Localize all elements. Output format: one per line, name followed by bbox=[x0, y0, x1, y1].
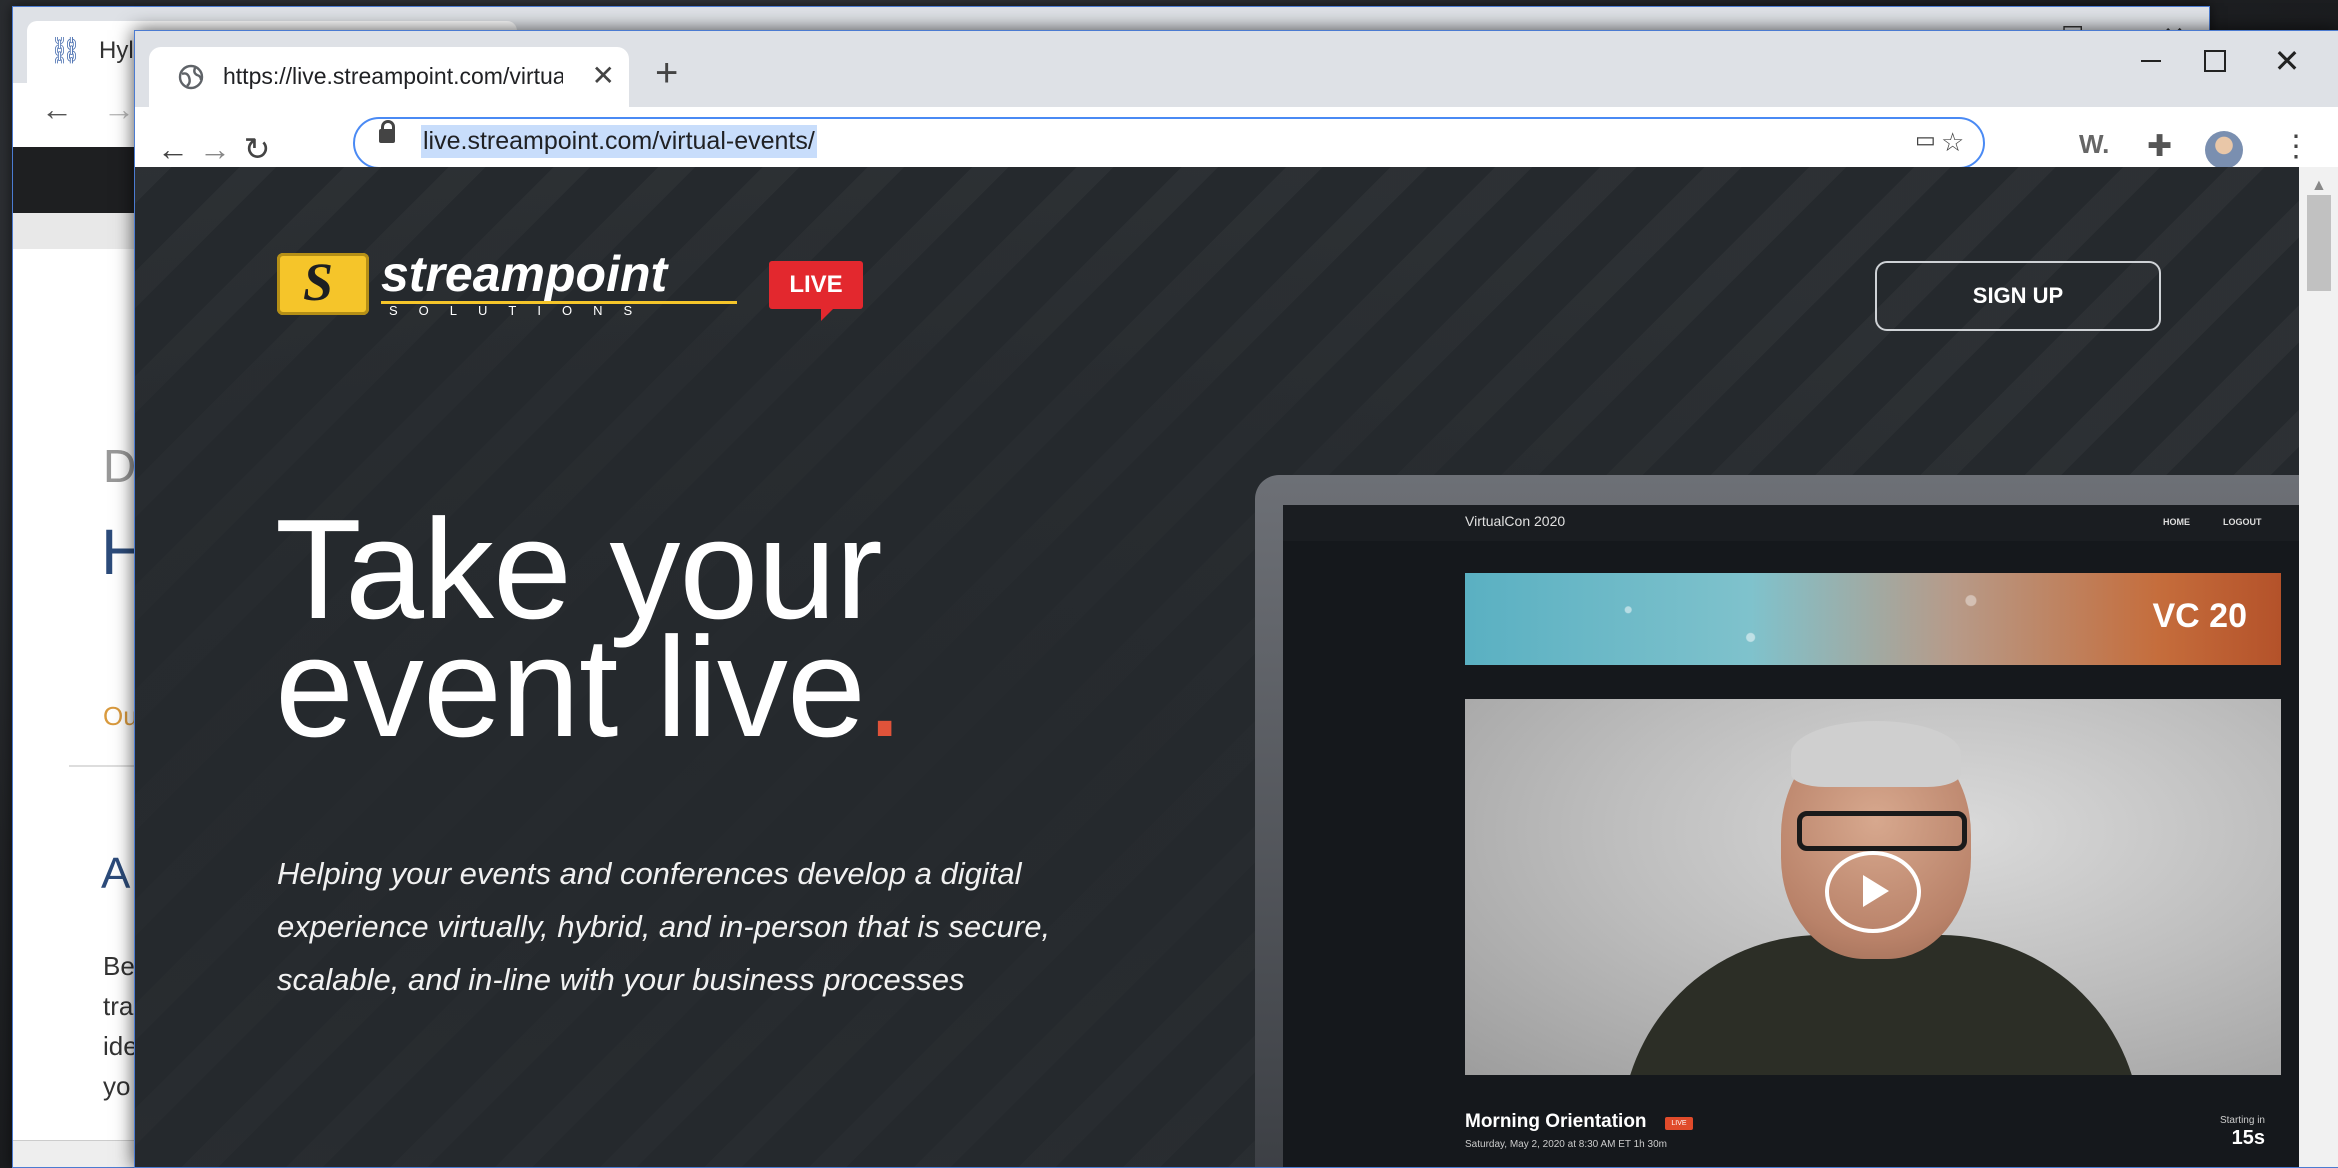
tab-title: https://live.streampoint.com/virtual-eve… bbox=[223, 63, 563, 89]
reload-button[interactable]: ↻ bbox=[235, 127, 279, 171]
forward-arrow-icon: → bbox=[199, 130, 231, 167]
tab-close-icon[interactable]: ✕ bbox=[592, 59, 615, 92]
mockup-topbar bbox=[1283, 505, 2299, 541]
hero-dot: . bbox=[864, 608, 904, 767]
background-body-line: ide bbox=[103, 1031, 138, 1061]
background-link[interactable]: Ou bbox=[103, 701, 138, 732]
sign-up-label: SIGN UP bbox=[1972, 283, 2064, 308]
maximize-icon bbox=[2204, 50, 2226, 72]
mockup-video bbox=[1465, 699, 2281, 1075]
back-arrow-icon: ← bbox=[157, 130, 189, 167]
mockup-banner-text: VC 20 bbox=[2152, 597, 2248, 635]
hero-heading: Take your event live. bbox=[275, 499, 904, 759]
profile-avatar[interactable] bbox=[2205, 131, 2243, 169]
session-date: Saturday, May 2, 2020 at 8:30 AM ET 1h 3… bbox=[1465, 1139, 1667, 1150]
laptop-screen: VirtualCon 2020 HOME LOGOUT VC 20 Mornin… bbox=[1283, 505, 2299, 1167]
sign-up-button[interactable]: SIGN UP bbox=[1875, 261, 2161, 331]
extension-w-icon[interactable]: W. bbox=[2079, 129, 2109, 160]
presenter-hair bbox=[1791, 721, 1961, 787]
minimize-icon bbox=[2141, 60, 2161, 62]
page-viewport: streampoint SOLUTIONS LIVE SIGN UP Take … bbox=[135, 167, 2299, 1167]
extensions-puzzle-icon[interactable]: ✚ bbox=[2147, 129, 2172, 164]
background-body-line: tra bbox=[103, 991, 134, 1021]
bookmark-star-icon[interactable]: ☆ bbox=[1941, 127, 1964, 158]
background-tab-title: Hyl bbox=[99, 37, 134, 64]
new-tab-button[interactable]: + bbox=[655, 53, 678, 93]
close-icon: ✕ bbox=[2273, 43, 2301, 79]
back-arrow-icon[interactable]: ← bbox=[41, 91, 73, 128]
scrollbar-thumb[interactable] bbox=[2307, 195, 2331, 291]
logo-mark-icon bbox=[277, 251, 369, 315]
mockup-banner: VC 20 bbox=[1465, 573, 2281, 665]
forward-button[interactable]: → bbox=[193, 127, 237, 171]
close-window-button[interactable]: ✕ bbox=[2255, 41, 2319, 81]
live-badge-label: LIVE bbox=[789, 271, 843, 298]
maximize-button[interactable] bbox=[2183, 41, 2247, 81]
background-body-line: yo bbox=[103, 1071, 131, 1101]
background-heading-1: D bbox=[103, 440, 137, 492]
forward-arrow-icon[interactable]: → bbox=[103, 91, 135, 128]
logo-wordmark: streampoint bbox=[381, 246, 668, 302]
hero-subtitle: Helping your events and conferences deve… bbox=[277, 856, 1051, 997]
background-heading-3: A bbox=[101, 849, 131, 898]
mockup-nav-home: HOME bbox=[2163, 517, 2190, 527]
scroll-up-icon[interactable]: ▲ bbox=[2311, 177, 2327, 195]
url-text[interactable]: live.streampoint.com/virtual-events/ bbox=[421, 125, 817, 158]
play-icon bbox=[1825, 851, 1921, 933]
laptop-mockup: VirtualCon 2020 HOME LOGOUT VC 20 Mornin… bbox=[1255, 475, 2299, 1167]
background-body-line: Be bbox=[103, 951, 135, 981]
active-tab[interactable]: https://live.streampoint.com/virtual-eve… bbox=[149, 47, 629, 107]
hero-line-2: event live bbox=[275, 608, 866, 767]
minimize-button[interactable] bbox=[2119, 41, 2183, 81]
reload-icon: ↻ bbox=[243, 131, 271, 167]
logo-subtext: SOLUTIONS bbox=[389, 303, 654, 318]
starting-in-label: Starting in bbox=[2219, 1115, 2265, 1126]
mockup-nav-logout: LOGOUT bbox=[2223, 517, 2262, 527]
vertical-scrollbar[interactable]: ▲ bbox=[2299, 167, 2338, 1167]
main-browser-window[interactable]: https://live.streampoint.com/virtual-eve… bbox=[134, 30, 2338, 1168]
mockup-app-title: VirtualCon 2020 bbox=[1465, 513, 1566, 529]
lock-icon bbox=[379, 120, 395, 143]
globe-icon bbox=[178, 64, 204, 90]
hero-line-2-wrap: event live. bbox=[275, 617, 904, 759]
presenter-glasses bbox=[1797, 811, 1967, 851]
site-favicon-icon: ⛓ bbox=[49, 35, 83, 65]
session-live-badge: LIVE bbox=[1665, 1117, 1693, 1130]
live-badge: LIVE bbox=[769, 261, 863, 321]
cast-icon[interactable]: ▭ bbox=[1915, 127, 1936, 153]
back-button[interactable]: ← bbox=[151, 127, 195, 171]
starting-in-time: 15s bbox=[2231, 1127, 2265, 1149]
menu-kebab-icon[interactable]: ⋮ bbox=[2281, 129, 2311, 164]
address-bar[interactable]: live.streampoint.com/virtual-events/ ▭ ☆ bbox=[353, 117, 1985, 169]
session-title: Morning Orientation bbox=[1465, 1111, 1647, 1132]
